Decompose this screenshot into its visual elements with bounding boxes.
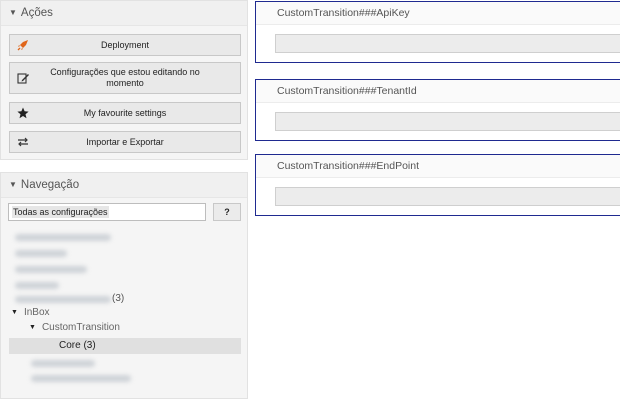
tree-item-customtransition[interactable]: ▼ CustomTransition (29, 322, 120, 333)
navigation-filter: Todas as configurações ? (8, 203, 241, 221)
tree-item-blurred[interactable] (15, 250, 67, 257)
caret-down-icon: ▼ (9, 180, 17, 189)
navigation-panel: ▼ Navegação Todas as configurações ? (3) … (0, 172, 248, 399)
favourite-settings-button[interactable]: My favourite settings (9, 102, 241, 124)
actions-panel: ▼ Ações Deployment Configurações que esto… (0, 0, 248, 160)
setting-tenantid-title[interactable]: CustomTransition###TenantId (256, 80, 620, 103)
tree-item-blurred[interactable] (15, 234, 111, 241)
setting-tenantid: CustomTransition###TenantId (255, 79, 620, 141)
help-button[interactable]: ? (213, 203, 241, 221)
setting-endpoint-title[interactable]: CustomTransition###EndPoint (256, 155, 620, 178)
setting-endpoint-input[interactable] (275, 187, 620, 206)
settings-in-edit-button[interactable]: Configurações que estou editando no mome… (9, 62, 241, 94)
tree-item-blurred[interactable] (15, 266, 87, 273)
setting-apikey-input[interactable] (275, 34, 620, 53)
deployment-button[interactable]: Deployment (9, 34, 241, 56)
exchange-icon (17, 136, 29, 148)
setting-endpoint: CustomTransition###EndPoint (255, 154, 620, 216)
deployment-label: Deployment (100, 39, 150, 50)
setting-apikey: CustomTransition###ApiKey (255, 1, 620, 63)
navigation-title: Navegação (20, 179, 80, 191)
tree-item-core-label: Core (3) (59, 340, 96, 351)
setting-tenantid-input[interactable] (275, 112, 620, 131)
rocket-icon (17, 39, 29, 51)
tree-item-blurred[interactable] (15, 296, 111, 303)
tree-item-blurred[interactable] (31, 375, 131, 382)
settings-in-edit-label: Configurações que estou editando no mome… (50, 67, 200, 88)
navigation-header[interactable]: ▼ Navegação (1, 173, 247, 198)
actions-header[interactable]: ▼ Ações (1, 1, 247, 26)
caret-down-icon: ▼ (9, 8, 17, 17)
favourite-settings-label: My favourite settings (83, 107, 167, 118)
tree-item-count: (3) (112, 293, 125, 304)
caret-down-icon: ▼ (11, 309, 18, 316)
navigation-filter-value: Todas as configurações (12, 206, 109, 218)
caret-down-icon: ▼ (29, 324, 36, 331)
tree-item-blurred[interactable] (15, 282, 59, 289)
tree-item-customtransition-label: CustomTransition (41, 322, 120, 333)
tree-item-inbox[interactable]: ▼ InBox (11, 307, 50, 318)
import-export-button[interactable]: Importar e Exportar (9, 131, 241, 153)
edit-icon (17, 72, 29, 84)
import-export-label: Importar e Exportar (86, 136, 164, 147)
setting-apikey-title[interactable]: CustomTransition###ApiKey (256, 2, 620, 25)
tree-item-core-selected[interactable]: Core (3) (9, 338, 241, 354)
actions-title: Ações (20, 7, 53, 19)
star-icon (17, 107, 29, 119)
tree-item-inbox-label: InBox (23, 307, 50, 318)
tree-item-blurred[interactable] (31, 360, 95, 367)
navigation-filter-input[interactable]: Todas as configurações (8, 203, 206, 221)
